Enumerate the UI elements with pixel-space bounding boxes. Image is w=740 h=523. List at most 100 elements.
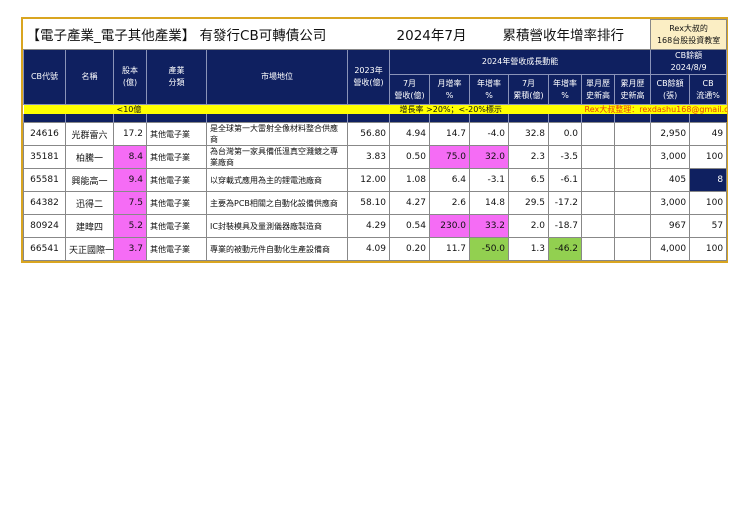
cell-mom-rate: 230.0	[429, 214, 471, 238]
cell-cb-float: 57	[689, 214, 728, 238]
header-market: 市場地位	[206, 49, 348, 105]
cell-industry: 其他電子業	[146, 237, 207, 261]
cell-capital: 9.4	[113, 168, 147, 192]
cell-market-position: 是全球第一大雷射全像材料整合供應商	[206, 122, 348, 146]
cell-month-record-high	[581, 191, 616, 215]
title-row: 【電子產業_電子其他產業】 有發行CB可轉債公司 2024年7月 累積營收年增率排…	[23, 19, 728, 50]
cell-rev-2023: 12.00	[346, 168, 391, 192]
cell-cum-record-high	[614, 168, 652, 192]
header-month-high: 單月歷 史新高	[581, 74, 616, 105]
table-row: 24616 光群雷六 17.2 其他電子業 是全球第一大雷射全像材料整合供應商 56.80…	[23, 122, 728, 146]
cell-mom-rate: 11.7	[429, 237, 471, 261]
cell-rev-2023: 58.10	[346, 191, 391, 215]
cell-yoy-rate: -4.0	[469, 122, 510, 146]
cell-month-record-high	[581, 237, 616, 261]
title-subject: 累積營收年增率排行	[502, 28, 624, 45]
cell-rev-2023: 4.29	[346, 214, 391, 238]
brand-box: Rex大叔的 168台股投資教室	[650, 19, 728, 50]
title-period: 2024年7月	[396, 28, 467, 45]
cell-cum-record-high	[614, 145, 652, 169]
cell-cb-float: 49	[689, 122, 728, 146]
cell-jul-cumulative: 29.5	[508, 191, 550, 215]
header-rev2023: 2023年 營收(億)	[346, 49, 391, 105]
cell-jul-cumulative: 32.8	[508, 122, 550, 146]
header-row-1: CB代號 名稱 股本 (億) 產業 分類 市場地位 2023年 營收(億) 2024年…	[23, 49, 728, 105]
cell-month-record-high	[581, 214, 616, 238]
cell-month-record-high	[581, 168, 616, 192]
growth-note: 增長率 >20%；<-20%標示	[389, 104, 582, 114]
cell-industry: 其他電子業	[146, 145, 207, 169]
cell-capital: 7.5	[113, 191, 147, 215]
header-yoy: 年增率%	[469, 74, 510, 105]
cell-yoy-rate: 33.2	[469, 214, 510, 238]
cell-jul-revenue: 4.94	[389, 122, 431, 146]
cell-cb-float: 100	[689, 237, 728, 261]
cell-industry: 其他電子業	[146, 191, 207, 215]
cell-name: 迅得二	[65, 191, 114, 215]
table-row: 80924 建暐四 5.2 其他電子業 IC封裝模具及量測儀器廠製造商 4.29 0.54 2…	[23, 214, 728, 238]
header-cb-code: CB代號	[23, 49, 66, 105]
capital-note: <10億	[113, 104, 390, 114]
header-jul-cum: 7月 累積(億)	[508, 74, 550, 105]
cell-rev-2023: 4.09	[346, 237, 391, 261]
header-name: 名稱	[65, 49, 114, 105]
cell-cb-code: 35181	[23, 145, 66, 169]
cell-rev-2023: 56.80	[346, 122, 391, 146]
cell-capital: 3.7	[113, 237, 147, 261]
cell-cb-code: 66541	[23, 237, 66, 261]
cell-cum-yoy-rate: -3.5	[548, 145, 583, 169]
cell-cb-balance: 3,000	[650, 191, 691, 215]
cell-market-position: IC封裝模具及量測儀器廠製造商	[206, 214, 348, 238]
cell-jul-cumulative: 2.3	[508, 145, 550, 169]
cell-industry: 其他電子業	[146, 168, 207, 192]
cell-cum-record-high	[614, 214, 652, 238]
cell-cb-code: 80924	[23, 214, 66, 238]
table-row: 66541 天正國際一 3.7 其他電子業 專業的被動元件自動化生產設備商 4.09 0.2…	[23, 237, 728, 261]
header-growth-group: 2024年營收成長動能	[389, 49, 652, 75]
table-row: 64382 迅得二 7.5 其他電子業 主要為PCB相關之自動化設備供應商 58.10 4.…	[23, 191, 728, 215]
cell-yoy-rate: -3.1	[469, 168, 510, 192]
cell-yoy-rate: 14.8	[469, 191, 510, 215]
cell-cum-yoy-rate: -17.2	[548, 191, 583, 215]
cell-month-record-high	[581, 122, 616, 146]
header-industry: 產業 分類	[146, 49, 207, 105]
cell-capital: 17.2	[113, 122, 147, 146]
cell-name: 光群雷六	[65, 122, 114, 146]
header-cum-high: 累月歷 史新高	[614, 74, 652, 105]
cell-cum-yoy-rate: -18.7	[548, 214, 583, 238]
cell-cum-yoy-rate: -46.2	[548, 237, 583, 261]
cell-jul-revenue: 4.27	[389, 191, 431, 215]
cell-jul-revenue: 0.50	[389, 145, 431, 169]
header-capital: 股本 (億)	[113, 49, 147, 105]
cell-cum-record-high	[614, 122, 652, 146]
header-cum-yoy: 年增率%	[548, 74, 583, 105]
cell-name: 建暐四	[65, 214, 114, 238]
cell-rev-2023: 3.83	[346, 145, 391, 169]
cell-jul-cumulative: 2.0	[508, 214, 550, 238]
cell-name: 興能高一	[65, 168, 114, 192]
table-row: 65581 興能高一 9.4 其他電子業 以穿載式應用為主的鋰電池廠商 12.00 1.08…	[23, 168, 728, 192]
brand-line2: 168台股投資教室	[656, 35, 721, 45]
cell-yoy-rate: -50.0	[469, 237, 510, 261]
cell-jul-revenue: 0.20	[389, 237, 431, 261]
cell-name: 天正國際一	[65, 237, 114, 261]
header-cb-group: CB餘額 2024/8/9	[650, 49, 728, 75]
cell-market-position: 專業的被動元件自動化生產設備商	[206, 237, 348, 261]
cell-cb-float: 100	[689, 145, 728, 169]
cell-market-position: 主要為PCB相關之自動化設備供應商	[206, 191, 348, 215]
cell-mom-rate: 75.0	[429, 145, 471, 169]
spacer-row	[23, 114, 727, 123]
header-cb-balance: CB餘額 (張)	[650, 74, 691, 105]
cell-cum-record-high	[614, 191, 652, 215]
cell-cb-float: 100	[689, 191, 728, 215]
cell-cb-float: 8	[689, 168, 728, 192]
cell-capital: 5.2	[113, 214, 147, 238]
title-main: 【電子產業_電子其他產業】 有發行CB可轉債公司	[26, 28, 327, 45]
header-mom: 月增率%	[429, 74, 471, 105]
cell-mom-rate: 14.7	[429, 122, 471, 146]
cell-jul-cumulative: 6.5	[508, 168, 550, 192]
cell-cb-code: 24616	[23, 122, 66, 146]
cell-cb-balance: 405	[650, 168, 691, 192]
cell-jul-cumulative: 1.3	[508, 237, 550, 261]
cell-cb-balance: 3,000	[650, 145, 691, 169]
